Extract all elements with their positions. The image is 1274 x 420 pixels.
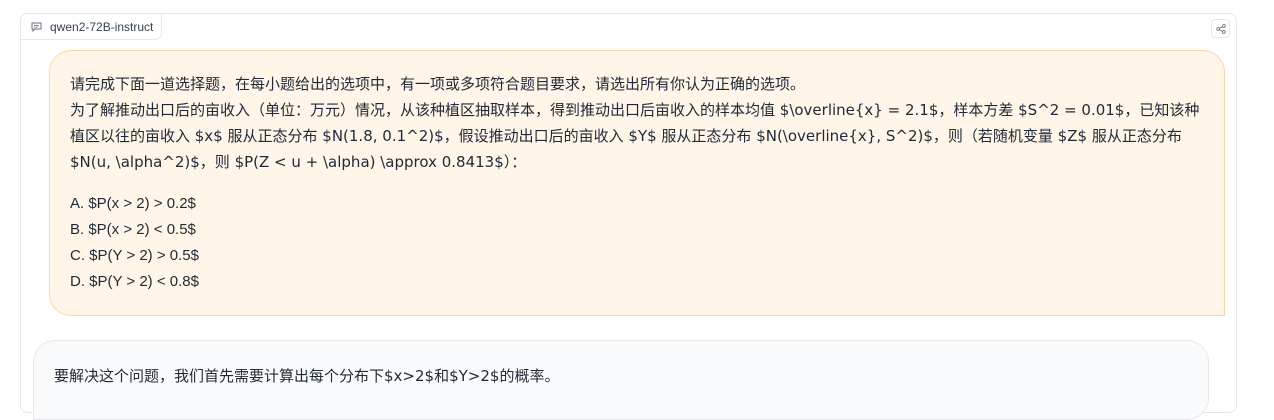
question-body: 为了解推动出口后的亩收入（单位：万元）情况，从该种植区抽取样本，得到推动出口后亩… [70,101,1200,171]
option-c: C. $P(Y > 2) > 0.5$ [70,247,199,264]
assistant-text: 要解决这个问题，我们首先需要计算出每个分布下$x>2$和$Y>2$的概率。 [54,367,560,385]
option-b: B. $P(x > 2) < 0.5$ [70,221,196,238]
model-tag: qwen2-72B-instruct [20,13,163,40]
model-name: qwen2-72B-instruct [50,19,154,34]
question-instruction: 请完成下面一道选择题，在每小题给出的选项中，有一项或多项符合题目要求，请选出所有… [70,75,806,93]
assistant-message: 要解决这个问题，我们首先需要计算出每个分布下$x>2$和$Y>2$的概率。 [33,340,1209,420]
share-button[interactable] [1211,19,1230,38]
share-icon [1215,19,1226,38]
chat-icon [30,22,42,32]
options-list: A. $P(x > 2) > 0.2$ B. $P(x > 2) < 0.5$ … [70,191,1202,295]
option-d: D. $P(Y > 2) < 0.8$ [70,273,199,290]
user-message: 请完成下面一道选择题，在每小题给出的选项中，有一项或多项符合题目要求，请选出所有… [49,50,1225,316]
option-a: A. $P(x > 2) > 0.2$ [70,195,196,212]
